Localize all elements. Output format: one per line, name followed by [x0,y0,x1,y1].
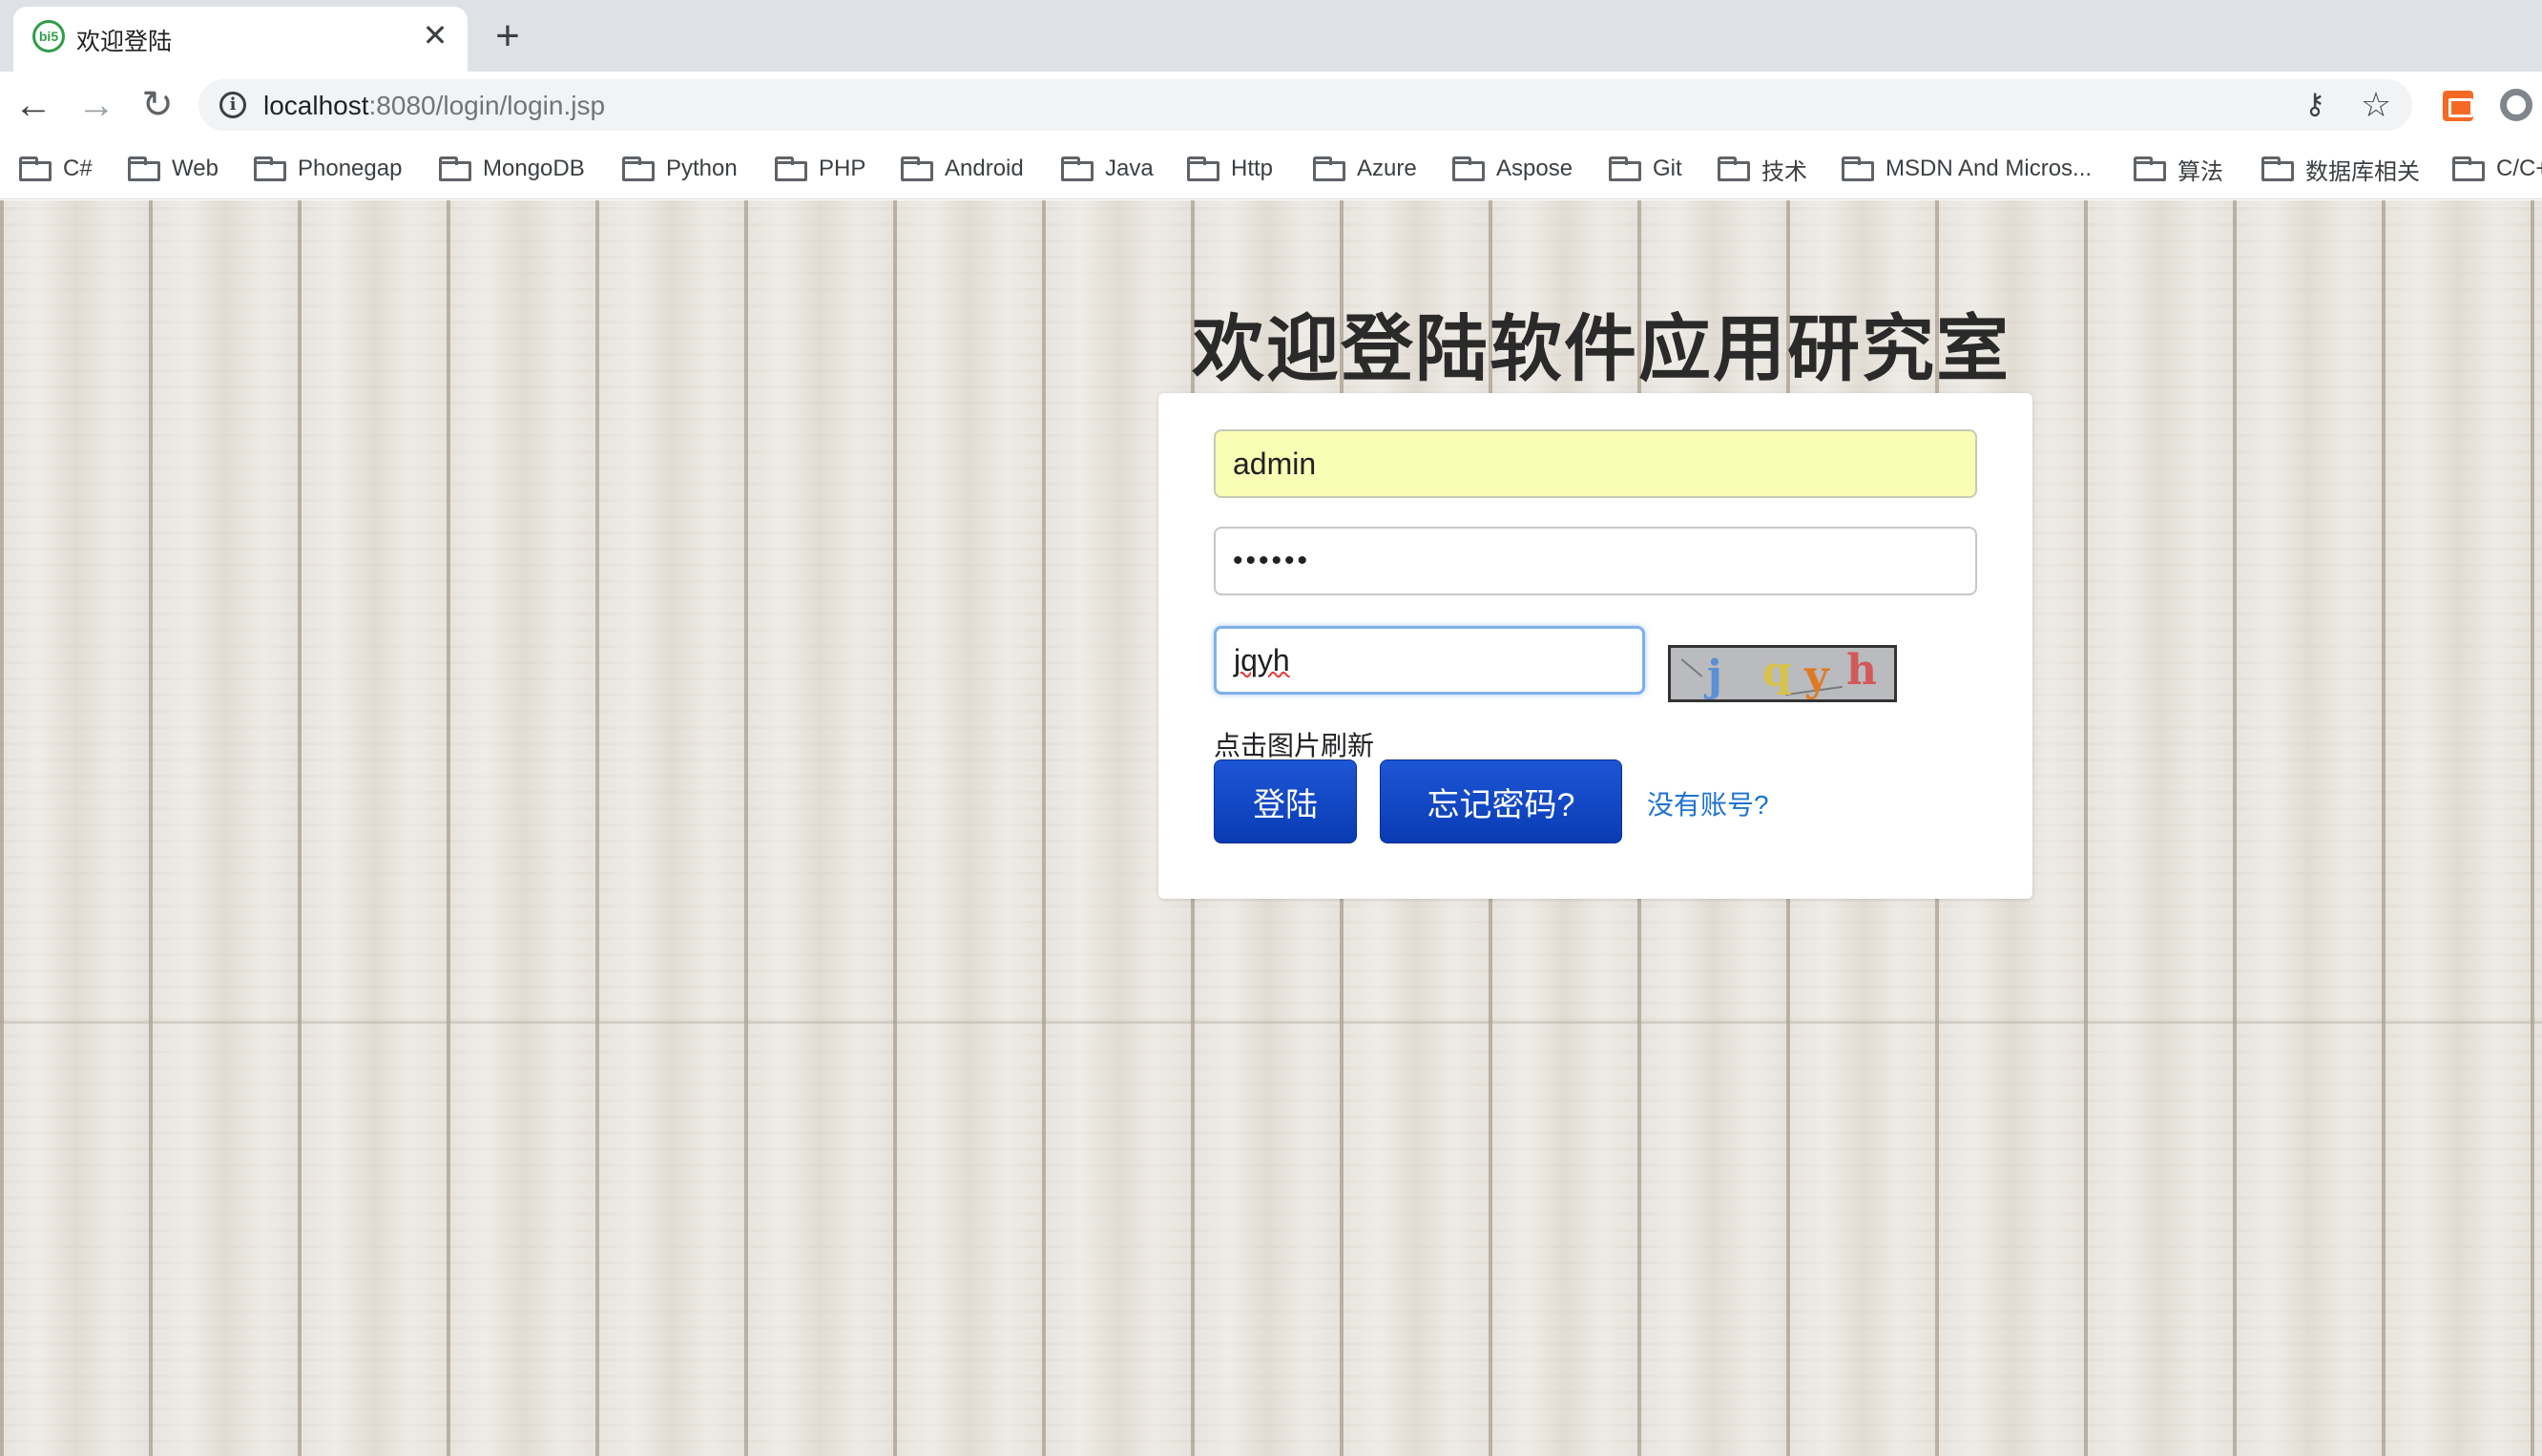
star-icon[interactable]: ☆ [2359,87,2393,123]
folder-icon [128,156,160,181]
captcha-char: h [1846,646,1877,695]
reload-icon[interactable]: ↻ [134,81,181,129]
bookmark-label: 算法 [2177,158,2223,185]
folder-icon [1842,156,1874,181]
folder-icon [2134,156,2166,181]
folder-icon [439,156,471,181]
tab-title: 欢迎登陆 [76,29,173,55]
browser-toolbar: ← → ↻ i localhost:8080/login/login.jsp ⚷… [0,72,2542,138]
bookmark-label: 数据库相关 [2305,158,2420,185]
extension-icon[interactable] [2443,91,2473,121]
address-bar[interactable]: i localhost:8080/login/login.jsp ⚷ ☆ [198,79,2412,131]
captcha-char: j [1707,652,1722,700]
bookmark-folder[interactable]: Java [1061,150,1154,188]
bookmark-folder[interactable]: Web [128,150,219,188]
bookmark-folder[interactable]: C# [19,150,93,188]
bookmark-label: Aspose [1496,156,1573,181]
bookmark-folder[interactable]: 数据库相关 [2261,150,2420,188]
folder-icon [1061,156,1094,181]
folder-icon [19,156,52,181]
tab-strip: bi5 欢迎登陆 ✕ + [0,0,2542,72]
url-path: :8080/login/login.jsp [368,91,606,120]
bookmark-label: Git [1653,156,1682,181]
folder-icon [2261,156,2294,181]
bookmark-label: C/C+ [2496,156,2542,181]
bookmark-folder[interactable]: MongoDB [439,150,585,188]
bookmark-folder[interactable]: 技术 [1718,150,1807,188]
folder-icon [901,156,933,181]
bookmarks-bar: C# Web Phonegap MongoDB Python PHP Andro… [0,138,2542,199]
login-panel: admin •••••• jqyh j q y h 点击图片刷新 登陆 忘记密码… [1158,393,2032,899]
bookmark-label: C# [63,156,93,181]
forgot-password-button[interactable]: 忘记密码? [1380,759,1622,843]
background-seam [0,1021,2542,1024]
captcha-char: y [1804,652,1829,700]
bookmark-label: Java [1105,156,1154,181]
info-icon[interactable]: i [219,92,246,118]
refresh-hint: 点击图片刷新 [1214,731,1375,760]
bookmark-label: Web [172,156,219,181]
bookmark-folder[interactable]: C/C+ [2452,150,2542,188]
folder-icon [622,156,655,181]
close-icon[interactable]: ✕ [418,18,452,52]
bookmark-label: MSDN And Micros... [1886,156,2093,181]
back-arrow-icon[interactable]: ← [10,81,57,129]
bookmark-folder[interactable]: PHP [775,150,865,188]
login-button[interactable]: 登陆 [1214,759,1357,843]
folder-icon [1452,156,1485,181]
bookmark-folder[interactable]: MSDN And Micros... [1842,150,2092,188]
username-value: admin [1233,446,1317,481]
bookmark-label: Http [1231,156,1274,181]
bookmark-label: Python [666,156,738,181]
captcha-input[interactable]: jqyh [1214,626,1645,695]
key-icon[interactable]: ⚷ [2298,89,2332,121]
tab-login[interactable]: bi5 欢迎登陆 ✕ [13,7,468,72]
bookmark-label: Android [945,156,1024,181]
url-host: localhost [263,91,369,120]
captcha-noise-line [1680,658,1703,677]
bookmark-label: PHP [819,156,866,181]
captcha-image[interactable]: j q y h [1668,645,1897,702]
folder-icon [2452,156,2485,181]
folder-icon [1609,156,1641,181]
password-value: •••••• [1233,545,1311,576]
page-background: 欢迎登陆软件应用研究室 admin •••••• jqyh j q y h 点击… [0,200,2542,1456]
url-text: localhost:8080/login/login.jsp [263,91,605,121]
bookmark-folder[interactable]: Phonegap [254,150,402,188]
favicon-icon: bi5 [32,20,65,52]
password-input[interactable]: •••••• [1214,527,1977,595]
folder-icon [1187,156,1219,181]
bookmark-folder[interactable]: Python [622,150,738,188]
captcha-value: jqyh [1234,642,1290,677]
bookmark-folder[interactable]: Android [901,150,1024,188]
captcha-char: q [1762,648,1792,697]
folder-icon [1313,156,1345,181]
bookmark-folder[interactable]: Git [1609,150,1682,188]
bookmark-label: Phonegap [298,156,403,181]
bookmark-folder[interactable]: Azure [1313,150,1417,188]
profile-icon[interactable] [2500,89,2532,121]
bookmark-label: MongoDB [483,156,585,181]
folder-icon [254,156,286,181]
bookmark-label: 技术 [1761,158,1807,185]
new-tab-button[interactable]: + [489,15,527,57]
bookmark-folder[interactable]: Http [1187,150,1273,188]
bookmark-label: Azure [1357,156,1417,181]
folder-icon [775,156,807,181]
bookmark-folder[interactable]: 算法 [2134,150,2223,188]
register-link[interactable]: 没有账号? [1647,784,1769,822]
page-title: 欢迎登陆软件应用研究室 [1192,309,2011,390]
bookmark-folder[interactable]: Aspose [1452,150,1573,188]
folder-icon [1718,156,1750,181]
forward-arrow-icon[interactable]: → [73,81,120,129]
username-input[interactable]: admin [1214,429,1977,498]
